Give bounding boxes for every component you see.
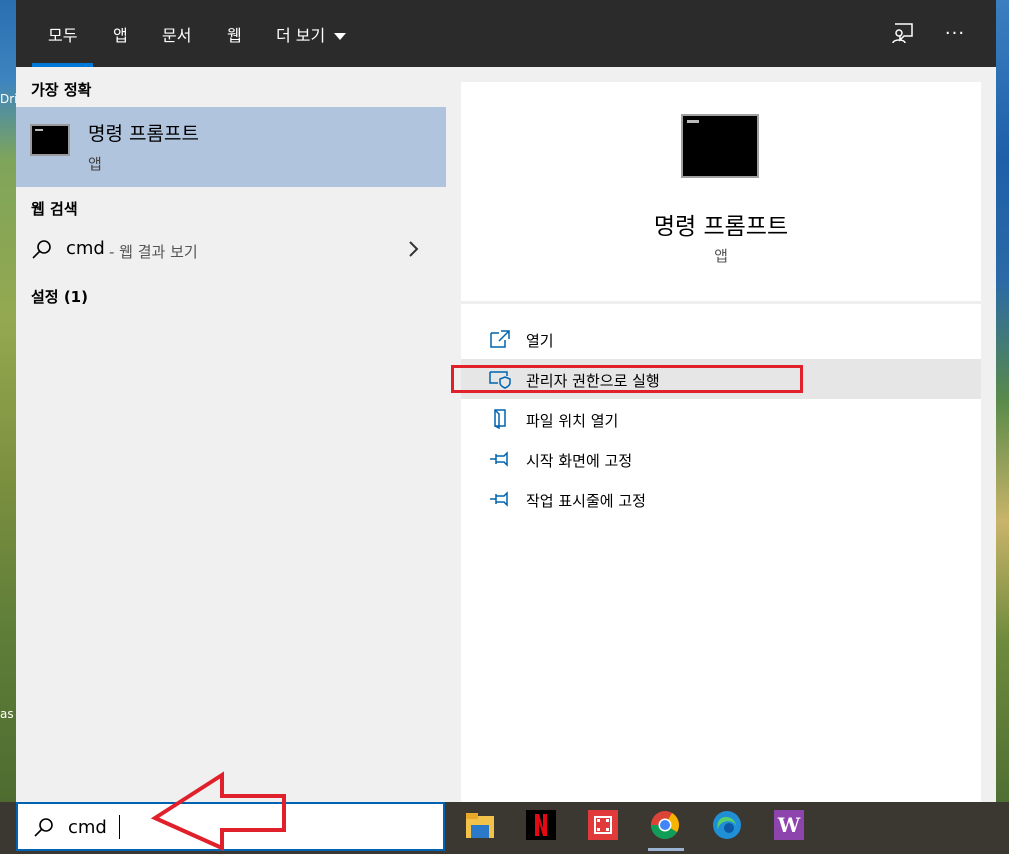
tab-more-label: 더 보기 [276,26,326,45]
tab-documents[interactable]: 문서 [162,22,191,46]
desktop-background-right [996,0,1009,802]
tab-apps[interactable]: 앱 [113,22,128,46]
section-title-settings[interactable]: 설정 (1) [31,286,88,307]
action-label: 열기 [526,332,554,350]
desktop-icon-label: Dri [0,92,18,106]
divider [461,301,981,304]
search-icon [32,240,51,259]
tab-all[interactable]: 모두 [31,22,95,67]
results-list: 가장 정확 명령 프롬프트 앱 웹 검색 cmd - 웹 결과 보기 설정 (1… [16,67,446,802]
file-explorer-icon[interactable] [465,810,495,840]
pin-icon [490,491,508,507]
text-caret [119,815,120,839]
edge-icon[interactable] [712,810,742,840]
open-icon [490,330,510,348]
highlight-annotation-box [451,365,803,393]
web-result-item[interactable]: cmd - 웹 결과 보기 [16,230,446,270]
feedback-icon[interactable] [890,20,916,46]
command-prompt-icon [30,124,70,156]
video-editor-icon[interactable] [588,810,618,840]
section-title-web: 웹 검색 [31,200,78,218]
action-label: 시작 화면에 고정 [526,452,633,470]
action-pin-to-taskbar[interactable]: 작업 표시줄에 고정 [461,479,981,519]
file-location-icon [494,409,506,429]
start-search-panel: 모두 앱 문서 웹 더 보기 ··· 가장 정확 명령 프롬프트 앱 웹 검색 [16,0,996,802]
active-app-indicator [648,848,684,851]
chrome-icon[interactable] [650,810,680,840]
action-label: 작업 표시줄에 고정 [526,492,646,510]
search-icon [34,818,53,837]
search-input-value: cmd [68,817,107,838]
pin-icon [490,451,508,467]
best-match-item[interactable]: 명령 프롬프트 앱 [16,107,446,187]
caret-down-icon [334,32,347,40]
annotation-arrow [150,771,286,852]
chevron-right-icon [409,241,419,257]
desktop-icon-label: as [0,707,14,721]
best-match-title: 명령 프롬프트 [88,123,199,145]
netflix-icon[interactable] [526,810,556,840]
tab-more[interactable]: 더 보기 [276,22,347,46]
w-app-icon[interactable]: W [774,810,804,840]
desktop-background-left: Dri as [0,0,18,802]
action-pin-to-start[interactable]: 시작 화면에 고정 [461,439,981,479]
search-tabs-bar: 모두 앱 문서 웹 더 보기 ··· [16,0,996,67]
preview-pane: 명령 프롬프트 앱 열기 관리자 권한으로 실행 파일 위치 열기 시작 화면에… [461,82,981,802]
preview-title: 명령 프롬프트 [653,214,789,240]
action-label: 파일 위치 열기 [526,412,619,430]
action-open-file-location[interactable]: 파일 위치 열기 [461,399,981,439]
section-title-best-match: 가장 정확 [31,81,92,99]
command-prompt-large-icon [681,114,759,178]
tab-web[interactable]: 웹 [227,22,242,46]
ellipsis-icon[interactable]: ··· [942,20,968,46]
best-match-subtitle: 앱 [88,155,102,173]
web-result-query: cmd [66,238,105,259]
web-result-suffix: - 웹 결과 보기 [109,243,198,261]
svg-text:W: W [777,813,801,837]
preview-subtitle: 앱 [714,247,728,265]
action-open[interactable]: 열기 [461,319,981,359]
